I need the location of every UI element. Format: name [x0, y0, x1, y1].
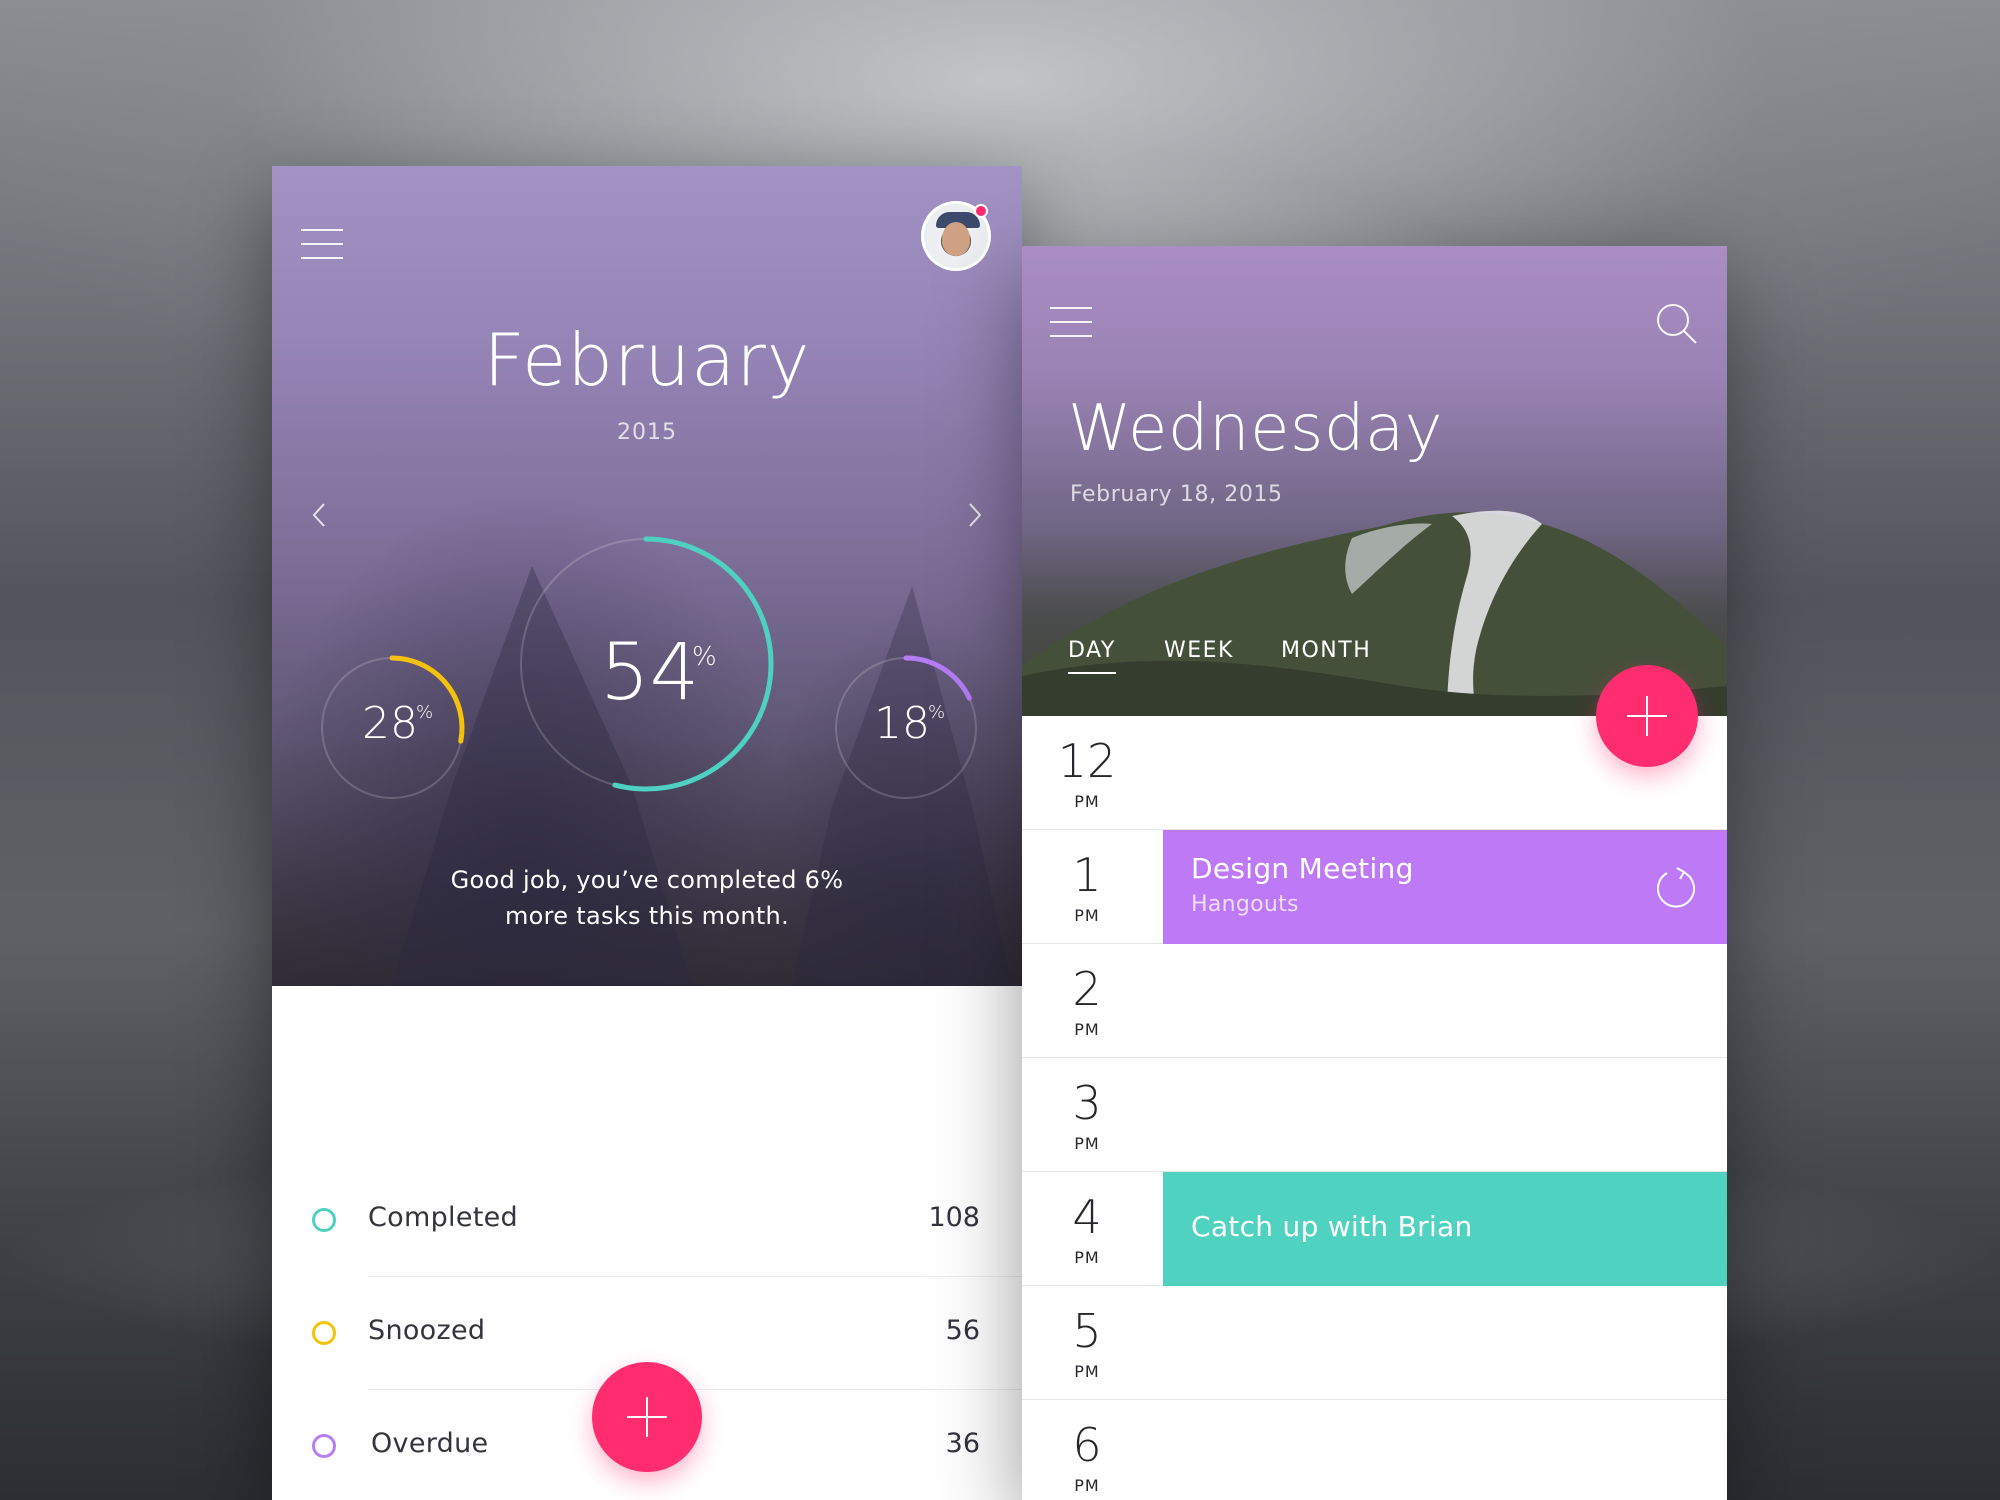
- hour-ampm: PM: [1074, 1134, 1100, 1153]
- hour-number: 6: [1072, 1418, 1102, 1472]
- add-task-button[interactable]: [592, 1362, 702, 1472]
- event-subtitle: Hangouts: [1191, 892, 1299, 917]
- repeat-icon[interactable]: [1651, 864, 1697, 910]
- stat-count: 36: [945, 1428, 980, 1459]
- event-title: Catch up with Brian: [1191, 1210, 1473, 1243]
- ring-center-value: 54: [600, 628, 700, 718]
- hour-ampm: PM: [1074, 1362, 1100, 1381]
- event-design-meeting[interactable]: Design Meeting Hangouts: [1163, 830, 1727, 944]
- overdue-status-dot: [312, 1434, 336, 1458]
- ring-left-unit: %: [416, 702, 434, 723]
- hour-number: 12: [1057, 734, 1117, 788]
- search-icon[interactable]: [1655, 302, 1699, 346]
- stat-count: 108: [928, 1202, 980, 1233]
- completed-status-dot: [312, 1208, 336, 1232]
- hour-ampm: PM: [1074, 1020, 1100, 1039]
- monthly-stats-screen: February 2015 28 % 54 % 18 % Good job, y…: [272, 166, 1022, 1500]
- progress-message: Good job, you’ve completed 6% more tasks…: [272, 862, 1022, 934]
- ring-right-unit: %: [928, 702, 946, 723]
- day-date: February 18, 2015: [1070, 482, 1283, 507]
- mountain-illustration: [1022, 510, 1727, 716]
- hour-number: 2: [1072, 962, 1102, 1016]
- day-title: Wednesday: [1068, 392, 1444, 466]
- ring-center-unit: %: [692, 642, 717, 672]
- hour-row[interactable]: 5 PM: [1022, 1286, 1727, 1400]
- stat-label: Overdue: [371, 1428, 489, 1459]
- tab-day[interactable]: DAY: [1068, 638, 1116, 674]
- hero-background: February 2015 28 % 54 % 18 % Good job, y…: [272, 166, 1022, 986]
- progress-message-line2: more tasks this month.: [505, 902, 789, 930]
- ring-right-progress: [903, 655, 972, 701]
- event-title: Design Meeting: [1191, 852, 1414, 885]
- hour-row[interactable]: 2 PM: [1022, 944, 1727, 1058]
- tab-label: DAY: [1068, 638, 1116, 663]
- stat-count: 56: [945, 1315, 980, 1346]
- hour-ampm: PM: [1074, 1248, 1100, 1267]
- hour-row[interactable]: 3 PM: [1022, 1058, 1727, 1172]
- active-tab-indicator: [1068, 672, 1116, 674]
- ring-left-value: 28: [362, 698, 418, 749]
- hour-ampm: PM: [1074, 1476, 1100, 1495]
- hour-number: 1: [1072, 848, 1102, 902]
- ring-right-value: 18: [874, 698, 930, 749]
- progress-message-line1: Good job, you’ve completed 6%: [450, 866, 844, 894]
- day-schedule-screen: Wednesday February 18, 2015 DAY WEEK MON…: [1022, 246, 1727, 1500]
- hour-row[interactable]: 6 PM: [1022, 1400, 1727, 1500]
- snoozed-status-dot: [312, 1321, 336, 1345]
- stat-label: Completed: [368, 1202, 518, 1233]
- tab-month[interactable]: MONTH: [1281, 638, 1371, 663]
- add-event-button[interactable]: [1596, 665, 1698, 767]
- hour-ampm: PM: [1074, 906, 1100, 925]
- stat-label: Snoozed: [368, 1315, 486, 1346]
- hour-ampm: PM: [1074, 792, 1100, 811]
- event-catch-up[interactable]: Catch up with Brian: [1163, 1172, 1727, 1286]
- hero-background: Wednesday February 18, 2015 DAY WEEK MON…: [1022, 246, 1727, 716]
- hour-number: 3: [1072, 1076, 1102, 1130]
- hamburger-icon[interactable]: [1050, 307, 1092, 339]
- tab-week[interactable]: WEEK: [1164, 638, 1234, 663]
- hour-number: 5: [1072, 1304, 1102, 1358]
- hour-number: 4: [1072, 1190, 1102, 1244]
- stat-row-completed[interactable]: Completed 108: [272, 1164, 1022, 1277]
